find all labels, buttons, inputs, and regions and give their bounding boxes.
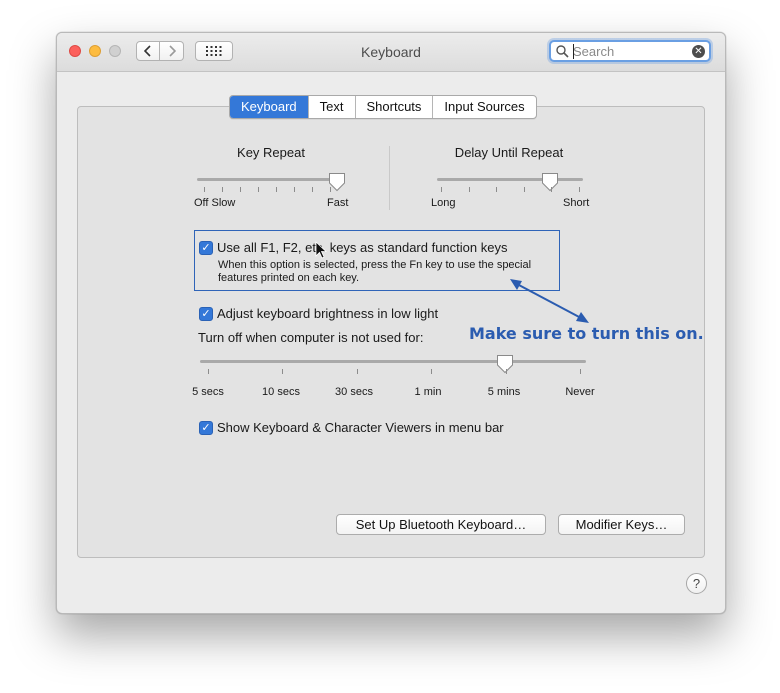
key-repeat-tick <box>204 187 205 192</box>
delay-until-repeat-slider-knob[interactable] <box>541 172 559 192</box>
tab-keyboard[interactable]: Keyboard <box>230 96 309 118</box>
delay-until-repeat-max-label: Short <box>563 197 590 209</box>
key-repeat-tick <box>330 187 331 192</box>
search-placeholder: Search <box>573 44 615 59</box>
titlebar: Keyboard Search ✕ <box>57 33 725 72</box>
key-repeat-tick <box>312 187 313 192</box>
key-repeat-tick <box>222 187 223 192</box>
set-up-bluetooth-keyboard-button[interactable]: Set Up Bluetooth Keyboard… <box>336 514 546 535</box>
delay-until-repeat-tick <box>551 187 553 192</box>
search-field[interactable]: Search ✕ <box>549 40 711 62</box>
turn-off-option-10-secs: 10 secs <box>262 386 300 398</box>
turn-off-label: Turn off when computer is not used for: <box>198 330 424 345</box>
keyboard-preferences-window: Keyboard Search ✕ Keyboard Text Shortcut… <box>56 32 726 614</box>
function-keys-label[interactable]: Use all F1, F2, etc. keys as standard fu… <box>217 240 507 255</box>
delay-until-repeat-tick <box>496 187 498 192</box>
tab-text[interactable]: Text <box>309 96 356 118</box>
turn-off-tick <box>282 369 284 374</box>
key-repeat-min-label: Off Slow <box>194 197 236 209</box>
viewers-checkbox[interactable]: ✓ <box>199 421 213 435</box>
turn-off-tick <box>431 369 433 374</box>
delay-until-repeat-min-label: Long <box>431 197 456 209</box>
key-repeat-max-label: Fast <box>327 197 349 209</box>
brightness-label[interactable]: Adjust keyboard brightness in low light <box>217 306 438 321</box>
turn-off-tick <box>208 369 209 374</box>
tab-shortcuts[interactable]: Shortcuts <box>356 96 434 118</box>
turn-off-option-1-min: 1 min <box>414 386 442 398</box>
function-keys-description-line1: When this option is selected, press the … <box>218 259 532 271</box>
key-repeat-tick <box>240 187 241 192</box>
text-cursor <box>573 44 574 59</box>
slider-divider <box>389 146 390 210</box>
magnifier-icon <box>556 45 569 58</box>
turn-off-option-30-secs: 30 secs <box>335 386 373 398</box>
delay-until-repeat-tick <box>579 187 580 192</box>
function-keys-description-line2: features printed on each key. <box>218 272 360 284</box>
key-repeat-slider-track[interactable] <box>197 178 337 181</box>
turn-off-option-5-secs: 5 secs <box>192 386 224 398</box>
function-keys-checkbox[interactable]: ✓ <box>199 241 213 255</box>
tab-bar: Keyboard Text Shortcuts Input Sources <box>229 95 537 119</box>
annotation-text: Make sure to turn this on. <box>469 324 704 343</box>
help-button[interactable]: ? <box>686 573 707 594</box>
turn-off-option-never: Never <box>565 386 595 398</box>
delay-until-repeat-tick <box>468 187 470 192</box>
tab-input-sources[interactable]: Input Sources <box>433 96 535 118</box>
key-repeat-label: Key Repeat <box>237 145 305 160</box>
turn-off-tick <box>356 369 358 374</box>
clear-search-icon[interactable]: ✕ <box>692 45 705 58</box>
key-repeat-tick <box>258 187 259 192</box>
turn-off-slider-track[interactable] <box>200 360 586 363</box>
delay-until-repeat-tick <box>523 187 525 192</box>
turn-off-tick <box>505 369 507 374</box>
brightness-checkbox[interactable]: ✓ <box>199 307 213 321</box>
key-repeat-tick <box>294 187 295 192</box>
turn-off-tick <box>580 369 581 374</box>
viewers-label[interactable]: Show Keyboard & Character Viewers in men… <box>217 420 504 435</box>
delay-until-repeat-label: Delay Until Repeat <box>454 145 564 160</box>
delay-until-repeat-slider-track[interactable] <box>437 178 583 181</box>
delay-until-repeat-tick <box>441 187 442 192</box>
modifier-keys-button[interactable]: Modifier Keys… <box>558 514 685 535</box>
key-repeat-tick <box>276 187 277 192</box>
turn-off-option-5-mins: 5 mins <box>487 386 521 398</box>
